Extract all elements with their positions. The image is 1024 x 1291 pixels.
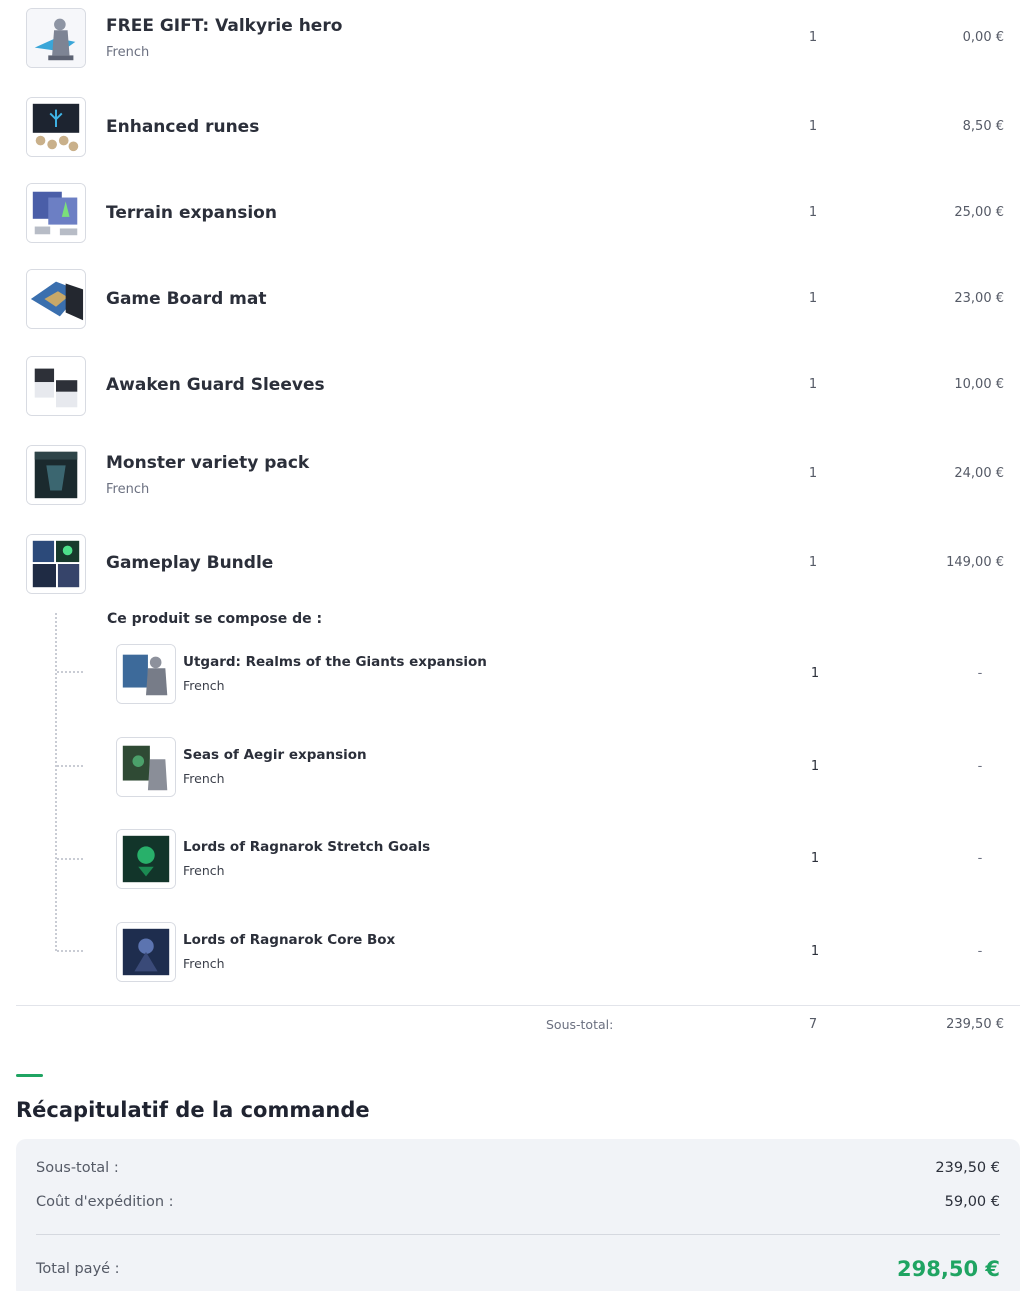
core-box-icon [117,923,175,981]
component-name: Lords of Ragnarok Core Box [183,932,396,948]
component-thumbnail-aegir[interactable] [116,737,176,797]
item-name: Monster variety pack [106,453,310,473]
item-quantity: 1 [808,555,818,570]
runes-box-icon [27,98,85,156]
bundle-compose-label: Ce produit se compose de : [107,611,323,627]
summary-separator [36,1234,1000,1235]
summary-subtotal-value: 239,50 € [935,1160,1000,1176]
tree-branch [57,765,83,767]
item-name: Gameplay Bundle [106,553,274,573]
component-thumbnail-core-box[interactable] [116,922,176,982]
subtotal-row-price: 239,50 € [946,1017,1004,1032]
item-price: 0,00 € [962,30,1004,45]
component-price: - [977,759,983,774]
product-thumbnail-valkyrie[interactable] [26,8,86,68]
item-name: Awaken Guard Sleeves [106,375,325,395]
item-price: 8,50 € [962,119,1004,134]
item-price: 23,00 € [954,291,1004,306]
item-quantity: 1 [808,377,818,392]
tree-branch [57,858,83,860]
item-name: Enhanced runes [106,117,260,137]
product-thumbnail-sleeves[interactable] [26,356,86,416]
component-language: French [183,678,225,693]
tree-connector-line [55,613,57,951]
summary-total-value: 298,50 € [897,1257,1000,1281]
summary-subtotal-label: Sous-total : [36,1160,119,1176]
component-language: French [183,863,225,878]
giant-figure-icon [117,645,175,703]
component-quantity: 1 [810,851,820,866]
subtotal-row-quantity: 7 [808,1017,818,1032]
item-quantity: 1 [808,466,818,481]
component-thumbnail-stretch-goals[interactable] [116,829,176,889]
component-quantity: 1 [810,759,820,774]
board-mat-icon [27,270,85,328]
component-name: Seas of Aegir expansion [183,747,367,763]
sea-figure-icon [117,738,175,796]
stretch-goals-box-icon [117,830,175,888]
summary-total-label: Total payé : [36,1261,120,1277]
product-thumbnail-monster[interactable] [26,445,86,505]
component-price: - [977,851,983,866]
sleeves-icon [27,357,85,415]
terrain-box-icon [27,184,85,242]
item-name: FREE GIFT: Valkyrie hero [106,16,343,36]
item-price: 149,00 € [946,555,1004,570]
component-price: - [977,944,983,959]
item-quantity: 1 [808,291,818,306]
product-thumbnail-boardmat[interactable] [26,269,86,329]
tree-branch [57,950,83,952]
component-name: Utgard: Realms of the Giants expansion [183,654,487,670]
subtotal-row-label: Sous-total: [546,1017,614,1032]
summary-shipping-value: 59,00 € [944,1194,1000,1210]
section-accent-bar [16,1074,43,1077]
component-language: French [183,956,225,971]
item-language: French [106,482,150,497]
component-thumbnail-utgard[interactable] [116,644,176,704]
tree-branch [57,671,83,673]
item-name: Terrain expansion [106,203,277,223]
summary-shipping-label: Coût d'expédition : [36,1194,174,1210]
order-summary-panel: Sous-total : 239,50 € Coût d'expédition … [16,1139,1020,1291]
item-quantity: 1 [808,30,818,45]
valkyrie-figure-icon [27,9,85,67]
item-name: Game Board mat [106,289,267,309]
item-price: 24,00 € [954,466,1004,481]
product-thumbnail-runes[interactable] [26,97,86,157]
item-quantity: 1 [808,205,818,220]
item-quantity: 1 [808,119,818,134]
product-thumbnail-terrain[interactable] [26,183,86,243]
component-quantity: 1 [810,666,820,681]
component-quantity: 1 [810,944,820,959]
product-thumbnail-bundle[interactable] [26,534,86,594]
bundle-box-icon [27,535,85,593]
component-price: - [977,666,983,681]
order-summary-title: Récapitulatif de la commande [16,1098,370,1122]
subtotal-divider [16,1005,1020,1006]
component-name: Lords of Ragnarok Stretch Goals [183,839,431,855]
item-price: 10,00 € [954,377,1004,392]
item-price: 25,00 € [954,205,1004,220]
monster-box-icon [27,446,85,504]
item-language: French [106,45,150,60]
component-language: French [183,771,225,786]
